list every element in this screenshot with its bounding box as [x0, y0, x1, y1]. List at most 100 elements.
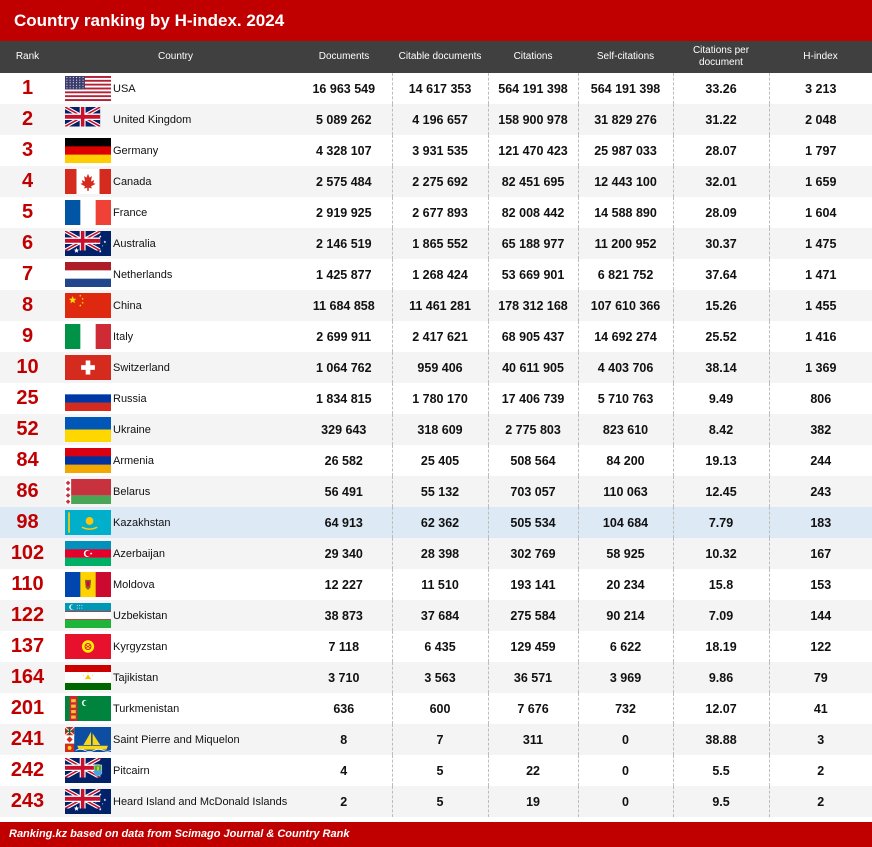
citations-cell: 82 451 695: [487, 166, 579, 197]
rank-cell: 137: [0, 631, 55, 662]
h-index-cell: 2: [768, 755, 872, 786]
self-citations-cell: 823 610: [577, 414, 674, 445]
h-index-cell: 1 797: [768, 135, 872, 166]
citations-cell: 19: [487, 786, 579, 817]
h-index-cell: 167: [768, 538, 872, 569]
uk-flag-icon: [65, 107, 102, 129]
us-flag-icon: [65, 76, 111, 101]
h-index-cell: 183: [768, 507, 872, 538]
flag-cell: [55, 290, 111, 321]
country-cell: Russia: [109, 383, 297, 414]
documents-cell: 1 425 877: [296, 259, 393, 290]
citations-per-document-cell: 19.13: [672, 445, 770, 476]
flag-cell: [55, 662, 111, 693]
header-country: Country: [55, 41, 297, 73]
citations-per-document-cell: 28.09: [672, 197, 770, 228]
rank-cell: 86: [0, 476, 55, 507]
flag-cell: [55, 755, 111, 786]
documents-cell: 26 582: [296, 445, 393, 476]
citable-documents-cell: 55 132: [391, 476, 489, 507]
self-citations-cell: 732: [577, 693, 674, 724]
table-row: 10 Switzerland 1 064 762 959 406 40 611 905 4…: [0, 352, 872, 383]
country-cell: United Kingdom: [109, 104, 297, 135]
self-citations-cell: 84 200: [577, 445, 674, 476]
citations-cell: 275 584: [487, 600, 579, 631]
citations-per-document-cell: 25.52: [672, 321, 770, 352]
h-index-cell: 1 455: [768, 290, 872, 321]
citable-documents-cell: 600: [391, 693, 489, 724]
australia-flag-icon: [65, 231, 111, 256]
rank-cell: 164: [0, 662, 55, 693]
rank-cell: 110: [0, 569, 55, 600]
citable-documents-cell: 3 931 535: [391, 135, 489, 166]
citations-per-document-cell: 7.79: [672, 507, 770, 538]
documents-cell: 1 834 815: [296, 383, 393, 414]
h-index-cell: 79: [768, 662, 872, 693]
country-cell: Italy: [109, 321, 297, 352]
rank-cell: 10: [0, 352, 55, 383]
rank-cell: 201: [0, 693, 55, 724]
citations-per-document-cell: 5.5: [672, 755, 770, 786]
table-body: 1 USA 16 963 549 14 617 353 564 191 398 564 1…: [0, 73, 872, 817]
table-row: 9 Italy 2 699 911 2 417 621 68 905 437 14 692…: [0, 321, 872, 352]
documents-cell: 2 699 911: [296, 321, 393, 352]
country-cell: Netherlands: [109, 259, 297, 290]
documents-cell: 64 913: [296, 507, 393, 538]
citations-per-document-cell: 18.19: [672, 631, 770, 662]
azerbaijan-flag-icon: [65, 541, 111, 566]
rank-cell: 5: [0, 197, 55, 228]
germany-flag-icon: [65, 138, 111, 163]
flag-cell: [55, 693, 111, 724]
documents-cell: 4: [296, 755, 393, 786]
citations-cell: 82 008 442: [487, 197, 579, 228]
kazakhstan-flag-icon: [65, 510, 111, 535]
rank-cell: 7: [0, 259, 55, 290]
flag-cell: [55, 104, 109, 135]
h-index-cell: 1 471: [768, 259, 872, 290]
self-citations-cell: 107 610 366: [577, 290, 674, 321]
citations-per-document-cell: 38.14: [672, 352, 770, 383]
h-index-cell: 1 659: [768, 166, 872, 197]
citations-per-document-cell: 15.8: [672, 569, 770, 600]
citable-documents-cell: 6 435: [391, 631, 489, 662]
country-cell: Saint Pierre and Miquelon: [109, 724, 297, 755]
citations-per-document-cell: 38.88: [672, 724, 770, 755]
self-citations-cell: 25 987 033: [577, 135, 674, 166]
h-index-cell: 144: [768, 600, 872, 631]
table-row: 137 Kyrgyzstan 7 118 6 435 129 459 6 622 18.1…: [0, 631, 872, 662]
self-citations-cell: 0: [577, 755, 674, 786]
self-citations-cell: 31 829 276: [577, 104, 674, 135]
table-row: 122 Uzbekistan 38 873 37 684 275 584 90 214 7…: [0, 600, 872, 631]
table-row: 4 Canada 2 575 484 2 275 692 82 451 695 12 4…: [0, 166, 872, 197]
self-citations-cell: 20 234: [577, 569, 674, 600]
table-row: 52 Ukraine 329 643 318 609 2 775 803 823 610 8…: [0, 414, 872, 445]
belarus-flag-icon: [65, 479, 111, 504]
citations-per-document-cell: 37.64: [672, 259, 770, 290]
citations-cell: 22: [487, 755, 579, 786]
pitcairn-flag-icon: [65, 758, 111, 783]
flag-cell: [55, 786, 111, 817]
rank-cell: 9: [0, 321, 55, 352]
flag-cell: [55, 352, 111, 383]
source-footer: Ranking.kz based on data from Scimago Jo…: [0, 822, 872, 847]
table-header-row: Rank Country Documents Citable documents…: [0, 41, 872, 73]
flag-cell: [55, 724, 111, 755]
table-row-highlighted: 98 Kazakhstan 64 913 62 362 505 534 104 684 7…: [0, 507, 872, 538]
country-cell: Switzerland: [109, 352, 297, 383]
citable-documents-cell: 28 398: [391, 538, 489, 569]
citations-per-document-cell: 15.26: [672, 290, 770, 321]
self-citations-cell: 58 925: [577, 538, 674, 569]
citations-per-document-cell: 33.26: [672, 73, 770, 104]
table-row: 5 France 2 919 925 2 677 893 82 008 442 14 58…: [0, 197, 872, 228]
rank-cell: 243: [0, 786, 55, 817]
china-flag-icon: [65, 293, 111, 318]
rank-cell: 4: [0, 166, 55, 197]
armenia-flag-icon: [65, 448, 111, 473]
citable-documents-cell: 2 417 621: [391, 321, 489, 352]
flag-cell: [55, 569, 111, 600]
flag-cell: [55, 631, 111, 662]
citations-per-document-cell: 9.49: [672, 383, 770, 414]
flag-cell: [55, 135, 111, 166]
citations-per-document-cell: 12.45: [672, 476, 770, 507]
documents-cell: 16 963 549: [296, 73, 393, 104]
